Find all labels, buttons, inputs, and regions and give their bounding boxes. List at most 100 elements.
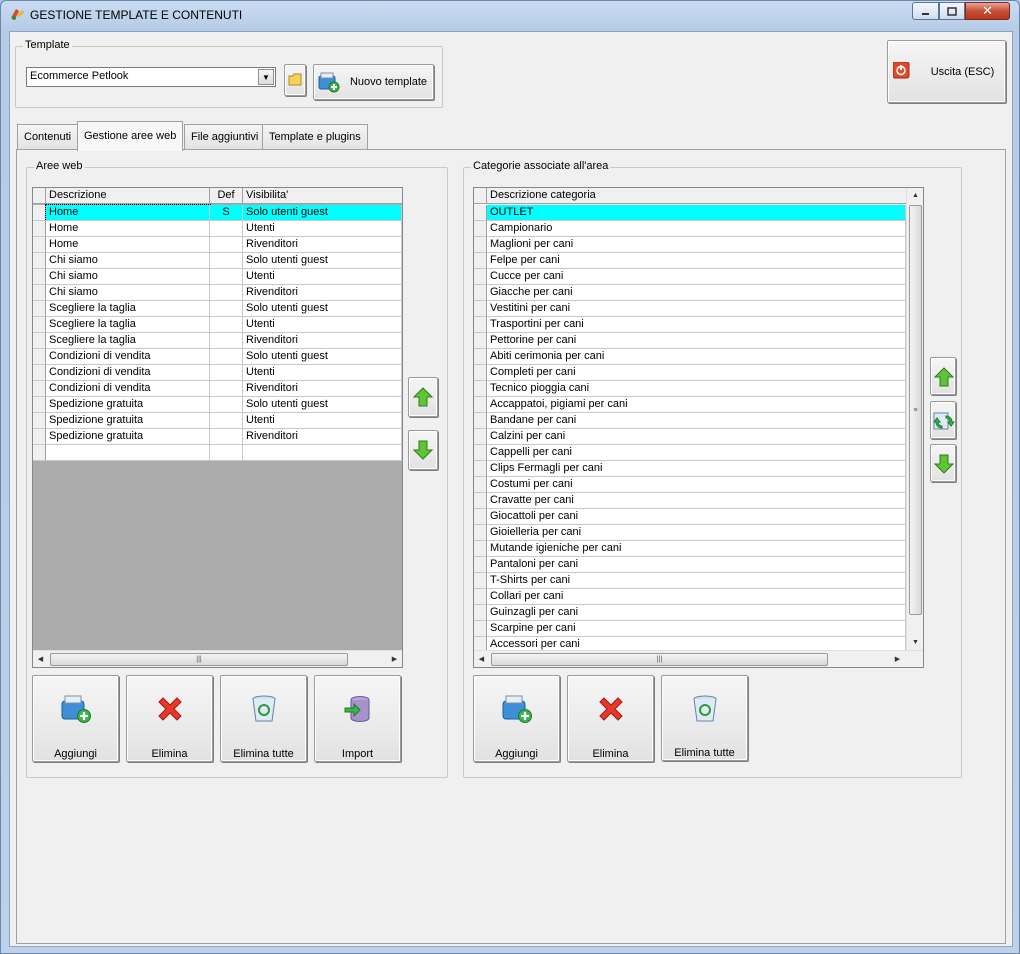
table-row[interactable]: Scegliere la taglia Utenti <box>33 317 402 333</box>
cell-descrizione-categoria[interactable]: Vestitini per cani <box>487 301 906 317</box>
table-row[interactable]: Accappatoi, pigiami per cani <box>474 397 906 413</box>
table-row[interactable]: Trasportini per cani <box>474 317 906 333</box>
scroll-thumb[interactable]: ≡ <box>909 205 922 615</box>
table-row[interactable]: Home Utenti <box>33 221 402 237</box>
table-row[interactable]: Home Rivenditori <box>33 237 402 253</box>
cell-descrizione[interactable]: Home <box>46 221 210 237</box>
cell-visibilita[interactable]: Utenti <box>243 317 402 333</box>
tab-template-plugins[interactable]: Template e plugins <box>262 124 368 150</box>
categorie-hscrollbar[interactable]: ◀ ||| ▶ <box>474 650 923 667</box>
scroll-thumb[interactable]: ||| <box>491 653 828 666</box>
cell-def[interactable] <box>210 269 243 285</box>
col-descrizione[interactable]: Descrizione <box>46 188 210 204</box>
table-row[interactable]: Condizioni di vendita Utenti <box>33 365 402 381</box>
cell-visibilita[interactable]: Utenti <box>243 221 402 237</box>
cell-descrizione-categoria[interactable]: Costumi per cani <box>487 477 906 493</box>
cell-descrizione-categoria[interactable]: Mutande igieniche per cani <box>487 541 906 557</box>
cell-def[interactable] <box>210 253 243 269</box>
cell-visibilita[interactable]: Solo utenti guest <box>243 205 402 221</box>
cell-descrizione-categoria[interactable]: Felpe per cani <box>487 253 906 269</box>
cell-descrizione[interactable]: Spedizione gratuita <box>46 429 210 445</box>
cell-descrizione[interactable]: Chi siamo <box>46 269 210 285</box>
cell-visibilita[interactable]: Solo utenti guest <box>243 253 402 269</box>
aree-elimina-button[interactable]: Elimina <box>126 675 213 762</box>
cell-descrizione[interactable]: Scegliere la taglia <box>46 301 210 317</box>
cell-def[interactable] <box>210 397 243 413</box>
tab-file-aggiuntivi[interactable]: File aggiuntivi <box>184 124 266 150</box>
table-row[interactable]: Home S Solo utenti guest <box>33 204 402 222</box>
table-row[interactable]: Collari per cani <box>474 589 906 605</box>
table-row[interactable]: Maglioni per cani <box>474 237 906 253</box>
cell-descrizione[interactable]: Spedizione gratuita <box>46 397 210 413</box>
minimize-button[interactable] <box>912 2 939 20</box>
table-row[interactable] <box>33 445 402 461</box>
table-row[interactable]: Scarpine per cani <box>474 621 906 637</box>
cell-def[interactable] <box>210 413 243 429</box>
open-folder-button[interactable] <box>284 64 306 96</box>
aree-web-hscrollbar[interactable]: ◀ ||| ▶ <box>33 650 402 667</box>
aree-elimina-tutte-button[interactable]: Elimina tutte <box>220 675 307 762</box>
col-descrizione-categoria[interactable]: Descrizione categoria <box>487 188 906 204</box>
cell-descrizione[interactable]: Chi siamo <box>46 253 210 269</box>
cell-descrizione-categoria[interactable]: Scarpine per cani <box>487 621 906 637</box>
cell-descrizione-categoria[interactable]: Pantaloni per cani <box>487 557 906 573</box>
cat-elimina-tutte-button[interactable]: Elimina tutte <box>661 675 748 761</box>
tab-contenuti[interactable]: Contenuti <box>17 124 79 150</box>
categorie-grid[interactable]: Descrizione categoria OUTLET Campionario M… <box>473 187 924 668</box>
aree-web-grid[interactable]: Descrizione Def Visibilita' Home S Solo ut… <box>32 187 403 668</box>
move-up-button[interactable] <box>408 377 438 417</box>
cell-descrizione-categoria[interactable]: Maglioni per cani <box>487 237 906 253</box>
cell-def[interactable] <box>210 365 243 381</box>
scroll-left-icon[interactable]: ◀ <box>35 654 46 665</box>
table-row[interactable]: Giacche per cani <box>474 285 906 301</box>
cell-def[interactable] <box>210 285 243 301</box>
new-template-button[interactable]: Nuovo template <box>313 64 434 100</box>
cell-descrizione-categoria[interactable]: Tecnico pioggia cani <box>487 381 906 397</box>
cell-visibilita[interactable]: Rivenditori <box>243 429 402 445</box>
cell-def[interactable] <box>210 221 243 237</box>
cell-descrizione-categoria[interactable]: Accappatoi, pigiami per cani <box>487 397 906 413</box>
table-row[interactable]: Guinzagli per cani <box>474 605 906 621</box>
chevron-down-icon[interactable]: ▼ <box>258 69 274 85</box>
table-row[interactable]: Costumi per cani <box>474 477 906 493</box>
table-row[interactable]: Spedizione gratuita Rivenditori <box>33 429 402 445</box>
cell-def[interactable]: S <box>210 205 243 221</box>
table-row[interactable]: Cappelli per cani <box>474 445 906 461</box>
cell-visibilita[interactable]: Rivenditori <box>243 381 402 397</box>
categorie-vscrollbar[interactable]: ▲ ≡ ▼ <box>906 188 923 652</box>
maximize-button[interactable] <box>939 2 965 20</box>
table-row[interactable]: Campionario <box>474 221 906 237</box>
cell-visibilita[interactable]: Rivenditori <box>243 333 402 349</box>
cell-visibilita[interactable]: Utenti <box>243 269 402 285</box>
cat-sort-button[interactable] <box>930 401 956 439</box>
cell-def[interactable] <box>210 381 243 397</box>
cell-visibilita[interactable]: Rivenditori <box>243 237 402 253</box>
cell-def[interactable] <box>210 333 243 349</box>
cat-move-down-button[interactable] <box>930 444 956 482</box>
scroll-right-icon[interactable]: ▶ <box>389 654 400 665</box>
cell-descrizione[interactable]: Condizioni di vendita <box>46 381 210 397</box>
scroll-thumb[interactable]: ||| <box>50 653 348 666</box>
cell-visibilita[interactable]: Rivenditori <box>243 285 402 301</box>
cat-aggiungi-button[interactable]: Aggiungi <box>473 675 560 762</box>
table-row[interactable]: Cravatte per cani <box>474 493 906 509</box>
cell-def[interactable] <box>210 429 243 445</box>
cell-descrizione[interactable]: Chi siamo <box>46 285 210 301</box>
table-row[interactable]: Pantaloni per cani <box>474 557 906 573</box>
table-row[interactable]: Completi per cani <box>474 365 906 381</box>
table-row[interactable]: OUTLET <box>474 205 906 221</box>
table-row[interactable]: Abiti cerimonia per cani <box>474 349 906 365</box>
table-row[interactable]: Giocattoli per cani <box>474 509 906 525</box>
cell-descrizione-categoria[interactable]: Calzini per cani <box>487 429 906 445</box>
cell-descrizione-categoria[interactable]: T-Shirts per cani <box>487 573 906 589</box>
table-row[interactable]: Clips Fermagli per cani <box>474 461 906 477</box>
cell-descrizione-categoria[interactable]: Abiti cerimonia per cani <box>487 349 906 365</box>
cell-descrizione[interactable]: Scegliere la taglia <box>46 333 210 349</box>
cell-descrizione-categoria[interactable]: Pettorine per cani <box>487 333 906 349</box>
scroll-down-icon[interactable]: ▼ <box>910 637 921 648</box>
cell-descrizione-categoria[interactable]: Cucce per cani <box>487 269 906 285</box>
table-row[interactable]: Spedizione gratuita Utenti <box>33 413 402 429</box>
table-row[interactable]: Chi siamo Rivenditori <box>33 285 402 301</box>
cell-descrizione-categoria[interactable]: OUTLET <box>487 205 906 221</box>
cell-visibilita[interactable]: Utenti <box>243 413 402 429</box>
